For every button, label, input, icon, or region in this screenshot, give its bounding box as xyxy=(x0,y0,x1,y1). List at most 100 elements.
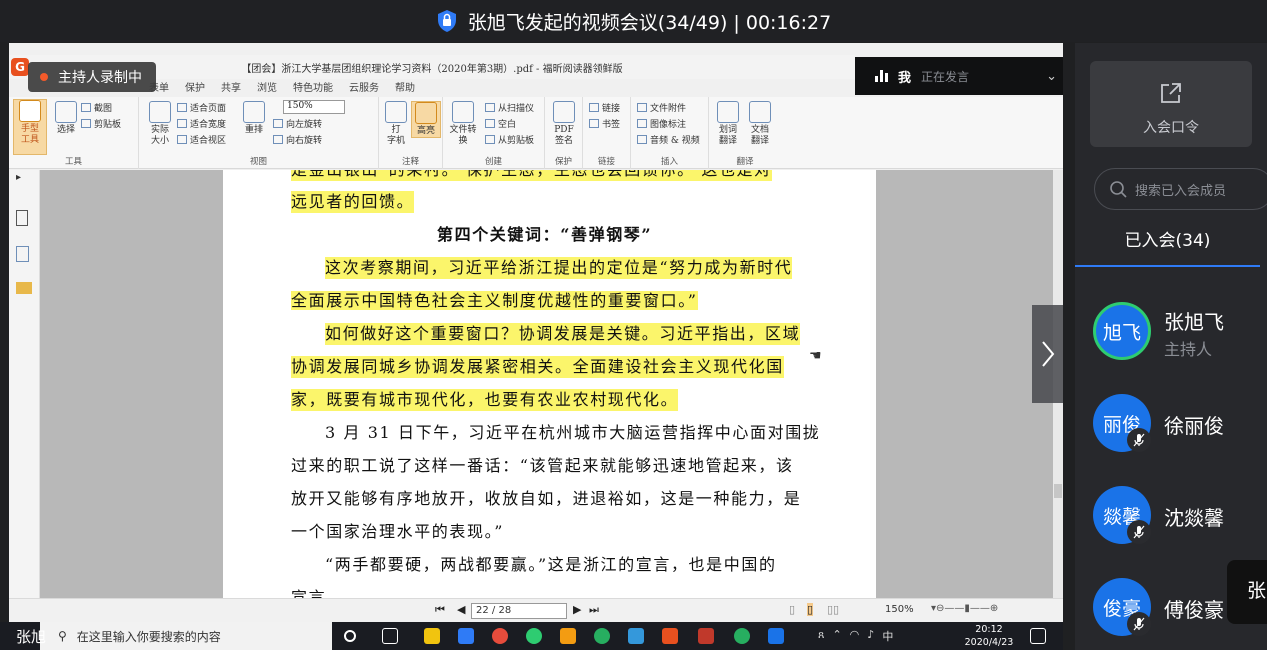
notes-app-icon[interactable] xyxy=(424,628,440,644)
member-item[interactable]: 丽俊 徐丽俊 xyxy=(1093,394,1267,454)
file-convert-button[interactable]: 文件转 换 xyxy=(445,101,481,147)
highlight-button[interactable]: 高亮 xyxy=(411,101,441,138)
reflow-button[interactable]: 重排 xyxy=(239,101,269,136)
wechat-icon[interactable] xyxy=(594,628,610,644)
app-shortcut-icon[interactable] xyxy=(628,628,644,644)
highlighted-text: 全面展示中国特色社会主义制度优越性的重要窗口。” xyxy=(291,291,698,310)
typewriter-button[interactable]: 打 字机 xyxy=(381,101,411,147)
from-clipboard-button[interactable]: 从剪贴板 xyxy=(485,133,534,146)
image-annotation-button[interactable]: 图像标注 xyxy=(637,117,686,130)
edge-browser-icon[interactable] xyxy=(458,628,474,644)
fit-visible-button[interactable]: 适合视区 xyxy=(177,133,226,146)
tray-chevron-icon[interactable]: ⌃ xyxy=(832,628,841,644)
menu-item[interactable]: 保护 xyxy=(185,79,205,97)
facing-page-icon[interactable]: ▯▯ xyxy=(827,603,839,616)
foxit-reader-icon[interactable] xyxy=(662,628,678,644)
ime-indicator[interactable]: 中 xyxy=(882,628,893,644)
ribbon-group-protect: PDF 签名 保护 xyxy=(545,97,583,169)
menu-item[interactable]: 共享 xyxy=(221,79,241,97)
chat-app-icon[interactable] xyxy=(734,628,750,644)
group-label: 保护 xyxy=(554,157,572,167)
fit-page-icon xyxy=(177,103,187,112)
last-page-icon[interactable]: ⏭ xyxy=(589,603,599,617)
pdf-page: 是金山银山”的呆村。 保护生态，生态也会回馈你。 这也是对 远见者的回馈。 第四… xyxy=(223,170,876,598)
meeting-title-bar: 张旭飞发起的视频会议(34/49) | 00:16:27 xyxy=(0,0,1267,42)
next-page-icon[interactable]: ▶ xyxy=(573,603,581,616)
notification-center-icon[interactable] xyxy=(1030,628,1046,644)
chevron-down-icon[interactable]: ⌄ xyxy=(1046,69,1057,84)
member-name: 徐丽俊 xyxy=(1164,414,1224,438)
file-explorer-icon[interactable] xyxy=(560,628,576,644)
document-view[interactable]: 是金山银山”的呆村。 保护生态，生态也会回馈你。 这也是对 远见者的回馈。 第四… xyxy=(40,170,1063,598)
first-page-icon[interactable]: ⏮ xyxy=(435,603,445,617)
next-page-button[interactable] xyxy=(1032,305,1063,403)
text-line: “两手都要硬，两战都要赢。”这是浙江的宣言，也是中国的 xyxy=(325,555,777,574)
menu-item[interactable]: 帮助 xyxy=(395,79,415,97)
zoom-select[interactable]: 150% xyxy=(283,100,345,114)
mic-muted-icon xyxy=(1127,428,1151,452)
text-line: 放开又能够有序地放开，收放自如，进退裕如，这是一种能力，是 xyxy=(291,489,802,508)
volume-icon[interactable]: ♪ xyxy=(867,628,874,644)
clock[interactable]: 20:12 2020/4/23 xyxy=(958,623,1020,649)
ribbon-group-insert: 文件附件 图像标注 音频 & 视频 插入 xyxy=(631,97,709,169)
network-icon[interactable]: ◠ xyxy=(850,628,860,644)
text-line: 一个国家治理水平的表现。” xyxy=(291,522,504,541)
member-item[interactable]: 燚馨 沈燚馨 xyxy=(1093,486,1267,546)
group-label: 链接 xyxy=(597,157,615,167)
fit-width-button[interactable]: 适合宽度 xyxy=(177,117,226,130)
member-item[interactable]: 旭飞 张旭飞 主持人 xyxy=(1093,302,1267,362)
pages-panel-icon[interactable] xyxy=(16,246,29,262)
rotate-left-button[interactable]: 向左旋转 xyxy=(273,117,322,130)
group-label: 视图 xyxy=(249,157,267,167)
scroll-thumb[interactable] xyxy=(1054,484,1062,498)
rotate-right-button[interactable]: 向右旋转 xyxy=(273,133,322,146)
actual-size-button[interactable]: 实际 大小 xyxy=(145,101,175,147)
join-command-button[interactable]: 入会口令 xyxy=(1090,61,1252,147)
text-line: 过来的职工说了这样一番话：“该管起来就能够迅速地管起来，该 xyxy=(291,456,794,475)
attachment-button[interactable]: 文件附件 xyxy=(637,101,686,114)
doc-translate-button[interactable]: 文档 翻译 xyxy=(745,101,775,147)
cortana-icon[interactable] xyxy=(344,630,356,642)
pdf-sign-button[interactable]: PDF 签名 xyxy=(549,101,579,147)
from-scanner-button[interactable]: 从扫描仪 xyxy=(485,101,534,114)
prev-page-icon[interactable]: ◀ xyxy=(457,603,465,616)
highlight-icon xyxy=(415,102,437,124)
tencent-meeting-icon[interactable] xyxy=(768,628,784,644)
menu-item[interactable]: 云服务 xyxy=(349,79,379,97)
link-button[interactable]: 链接 xyxy=(589,101,620,114)
bookmark-button[interactable]: 书签 xyxy=(589,117,620,130)
word-translate-button[interactable]: 划词 翻译 xyxy=(713,101,743,147)
select-tool-button[interactable]: 选择 xyxy=(51,101,81,136)
taskbar-search[interactable]: ⚲ 在这里输入你要搜索的内容 xyxy=(40,622,332,650)
screenshot-button[interactable]: 截图 xyxy=(81,101,112,114)
taskbar-search-placeholder: 在这里输入你要搜索的内容 xyxy=(76,629,221,644)
hand-cursor-icon: ☚ xyxy=(809,348,822,364)
blank-button[interactable]: 空白 xyxy=(485,117,516,130)
single-page-icon[interactable]: ▯ xyxy=(789,603,795,616)
member-search-input[interactable]: 搜索已入会成员 xyxy=(1094,168,1267,210)
zoom-slider[interactable]: ▾⊖——▮——⊕ xyxy=(931,603,998,614)
bookmark-panel-icon[interactable] xyxy=(16,210,28,226)
fit-page-button[interactable]: 适合页面 xyxy=(177,101,226,114)
continuous-page-icon[interactable]: ▯ xyxy=(807,603,814,616)
browser-360-icon[interactable] xyxy=(526,628,542,644)
menu-item[interactable]: 特色功能 xyxy=(293,79,333,97)
video-icon xyxy=(637,135,647,144)
powerpoint-icon[interactable] xyxy=(698,628,714,644)
expand-arrow-icon[interactable]: ▸ xyxy=(16,172,32,188)
chrome-icon[interactable] xyxy=(492,628,508,644)
audio-video-button[interactable]: 音频 & 视频 xyxy=(637,133,700,146)
task-view-icon[interactable] xyxy=(382,628,398,644)
menu-item[interactable]: 浏览 xyxy=(257,79,277,97)
speaking-status: 正在发言 xyxy=(921,69,970,84)
text-line: 3 月 31 日下午，习近平在杭州城市大脑运营指挥中心面对围拢 xyxy=(325,423,821,442)
member-search-placeholder: 搜索已入会成员 xyxy=(1135,183,1227,199)
hand-tool-button[interactable]: 手型 工具 xyxy=(13,99,47,155)
people-icon[interactable]: ጸ xyxy=(818,628,824,644)
clipboard-button[interactable]: 剪贴板 xyxy=(81,117,121,130)
avatar: 旭飞 xyxy=(1093,302,1151,360)
comments-panel-icon[interactable] xyxy=(16,282,32,294)
foxit-logo-icon: G xyxy=(11,58,29,76)
page-number-input[interactable]: 22 / 28 xyxy=(471,603,567,619)
tab-joined-members[interactable]: 已入会(34) xyxy=(1075,227,1260,267)
